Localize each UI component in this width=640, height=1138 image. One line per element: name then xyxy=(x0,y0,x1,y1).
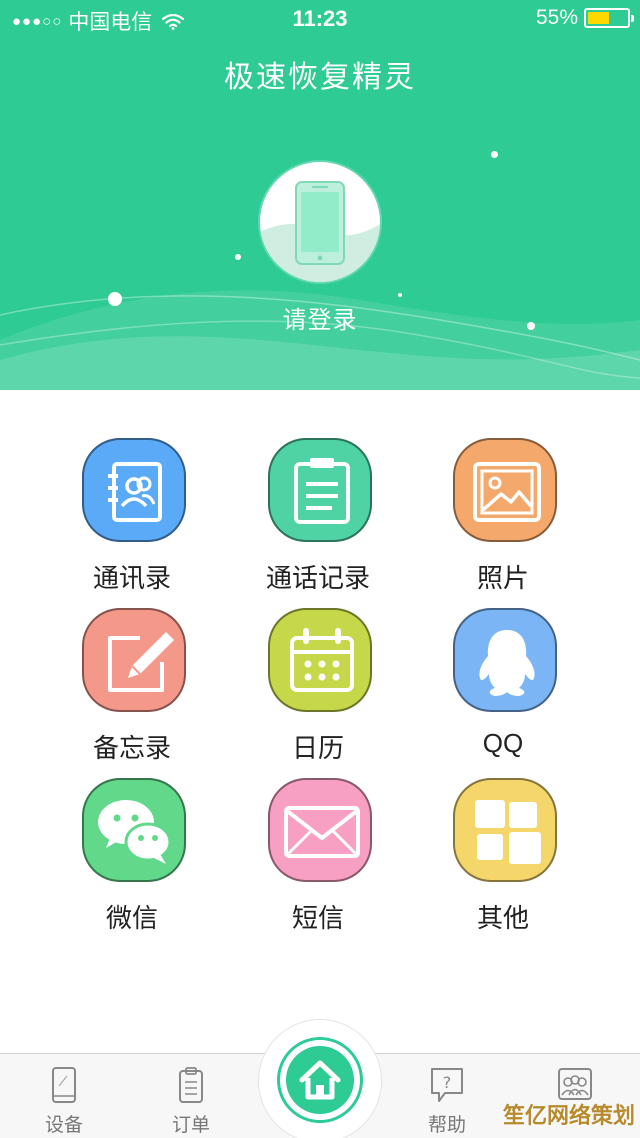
contacts-icon xyxy=(82,438,186,542)
call-log-icon xyxy=(268,438,372,542)
sparkle-dot xyxy=(527,322,535,330)
qq-icon xyxy=(453,608,557,712)
sparkle-dot xyxy=(235,254,241,260)
menu-item-wechat[interactable]: 微信 xyxy=(42,730,222,933)
menu-item-label: 其他 xyxy=(476,903,529,933)
menu-item-contacts[interactable]: 通讯录 xyxy=(42,390,222,593)
tab-label: 帮助 xyxy=(427,1115,466,1136)
avatar[interactable] xyxy=(260,162,380,282)
tab-help[interactable]: ? 帮助 xyxy=(407,1066,487,1137)
order-icon xyxy=(179,1067,203,1103)
watermark: 笙亿网络策划 xyxy=(503,1103,636,1128)
menu-item-photos[interactable]: 照片 xyxy=(413,390,593,593)
calendar-icon xyxy=(268,608,372,712)
sparkle-dot xyxy=(108,292,122,306)
menu-item-calendar[interactable]: 日历 xyxy=(228,560,408,763)
tab-device[interactable]: 设备 xyxy=(24,1066,104,1137)
menu-item-memo[interactable]: 备忘录 xyxy=(42,560,222,763)
header-hero: ●●●○○ 中国电信 11:23 55% 极速恢复精灵 请登录 xyxy=(0,0,640,390)
sparkle-dot xyxy=(491,151,498,158)
help-icon: ? xyxy=(431,1068,463,1102)
battery-percent: 55% xyxy=(535,6,578,29)
other-icon xyxy=(453,778,557,882)
photo-icon xyxy=(453,438,557,542)
tab-label: 设备 xyxy=(44,1115,83,1136)
home-icon xyxy=(299,1060,341,1100)
wechat-icon xyxy=(82,778,186,882)
tab-label: 订单 xyxy=(171,1115,210,1136)
svg-text:?: ? xyxy=(443,1073,452,1092)
page-title: 极速恢复精灵 xyxy=(224,61,416,94)
menu-item-sms[interactable]: 短信 xyxy=(228,730,408,933)
sms-icon xyxy=(268,778,372,882)
login-link[interactable]: 请登录 xyxy=(0,300,640,335)
sparkle-dot xyxy=(398,293,402,297)
status-bar: ●●●○○ 中国电信 11:23 55% xyxy=(0,0,640,36)
tab-order[interactable]: 订单 xyxy=(151,1066,231,1137)
menu-item-label: 微信 xyxy=(105,903,158,933)
home-button[interactable] xyxy=(277,1037,363,1123)
memo-icon xyxy=(82,608,186,712)
battery-fill xyxy=(588,12,609,24)
menu-item-call-log[interactable]: 通话记录 xyxy=(228,390,408,593)
menu-item-other[interactable]: 其他 xyxy=(413,730,593,933)
phone-icon xyxy=(260,181,380,282)
battery-icon xyxy=(584,8,634,28)
menu-item-label: 短信 xyxy=(291,903,344,933)
menu-item-qq[interactable]: QQ xyxy=(413,560,593,758)
device-icon xyxy=(52,1067,76,1103)
